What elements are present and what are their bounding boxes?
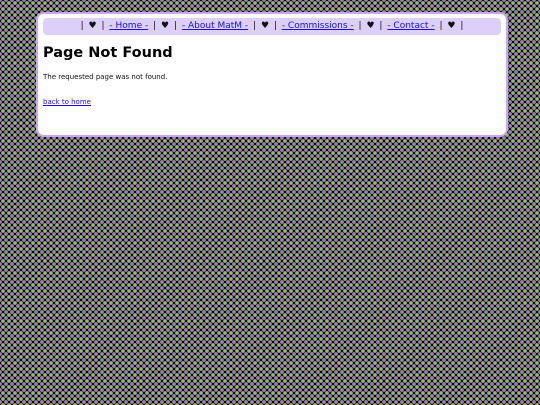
heart-icon: ♥: [88, 21, 97, 31]
heart-icon: ♥: [366, 21, 375, 31]
main-content: Page Not Found The requested page was no…: [38, 35, 506, 108]
top-nav: | ♥ | - Home - | ♥ | - About MatM - | ♥ …: [43, 18, 501, 35]
heart-icon: ♥: [447, 21, 456, 31]
page-title: Page Not Found: [43, 45, 173, 61]
nav-link-home[interactable]: - Home -: [109, 21, 148, 31]
heart-icon: ♥: [260, 21, 270, 31]
nav-separator: |: [460, 21, 464, 31]
nav-separator: |: [173, 21, 178, 31]
nav-link-contact[interactable]: - Contact -: [387, 21, 434, 31]
back-home-link[interactable]: back to home: [43, 98, 91, 106]
content-panel: | ♥ | - Home - | ♥ | - About MatM - | ♥ …: [36, 12, 508, 137]
nav-separator: |: [273, 21, 277, 31]
nav-separator: |: [101, 21, 105, 31]
nav-separator: |: [439, 21, 443, 31]
nav-link-about[interactable]: - About MatM -: [182, 21, 248, 31]
nav-link-commissions[interactable]: - Commissions -: [282, 21, 354, 31]
nav-separator: |: [80, 21, 84, 31]
error-message: The requested page was not found.: [43, 73, 168, 81]
heart-icon: ♥: [161, 21, 170, 31]
nav-separator: |: [358, 21, 362, 31]
nav-separator: |: [379, 21, 383, 31]
nav-separator: |: [153, 21, 157, 31]
nav-separator: |: [253, 21, 257, 31]
